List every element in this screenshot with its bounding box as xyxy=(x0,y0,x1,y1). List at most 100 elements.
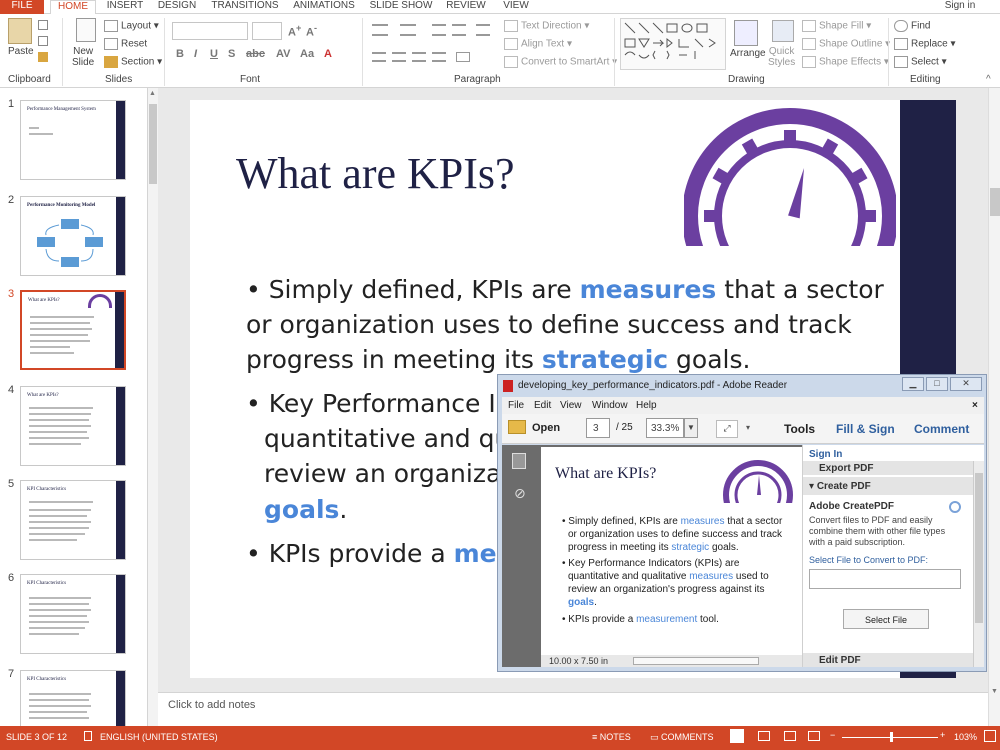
bullet-2-line-1[interactable]: • Key Performance In xyxy=(246,386,512,421)
change-case-icon[interactable]: Aa xyxy=(300,48,314,60)
thumb-slide-7[interactable]: KPI Characteristics xyxy=(20,670,126,726)
tools-signin-link[interactable]: Sign In xyxy=(809,449,842,460)
select-file-input[interactable] xyxy=(809,569,961,589)
tab-home[interactable]: HOME xyxy=(50,0,96,15)
create-pdf-section[interactable]: ▾ Create PDF xyxy=(803,477,973,495)
scroll-thumb[interactable] xyxy=(975,473,983,623)
select-button[interactable]: Select ▾ xyxy=(894,56,947,68)
shrink-font-icon[interactable]: A- xyxy=(306,23,317,39)
thumb-slide-4[interactable]: What are KPIs? xyxy=(20,386,126,466)
align-right-icon[interactable] xyxy=(412,52,426,62)
align-center-icon[interactable] xyxy=(392,52,406,62)
maximize-button[interactable]: □ xyxy=(926,377,948,391)
menu-view[interactable]: View xyxy=(560,400,582,411)
grow-font-icon[interactable]: A+ xyxy=(288,23,301,39)
bullets-icon[interactable] xyxy=(372,24,388,36)
new-slide-button[interactable]: New Slide xyxy=(72,46,94,68)
tools-tab[interactable]: Tools xyxy=(784,422,815,436)
slide-title[interactable]: What are KPIs? xyxy=(236,148,515,199)
bold-icon[interactable]: B xyxy=(176,48,184,60)
normal-view-icon[interactable] xyxy=(730,729,744,743)
shadow-icon[interactable]: S xyxy=(228,48,235,60)
scroll-thumb[interactable] xyxy=(149,104,157,184)
pages-thumbnail-icon[interactable] xyxy=(512,453,526,469)
slide-scrollbar[interactable]: ▼ xyxy=(988,88,1000,726)
cut-icon[interactable] xyxy=(38,20,48,30)
thumb-slide-1[interactable]: Performance Management System xyxy=(20,100,126,180)
layout-button[interactable]: Layout ▾ xyxy=(104,20,159,32)
tools-pane-scrollbar[interactable] xyxy=(973,461,984,667)
shape-fill-button[interactable]: Shape Fill ▾ xyxy=(802,20,871,32)
export-pdf-section[interactable]: Export PDF xyxy=(803,461,973,475)
fill-sign-tab[interactable]: Fill & Sign xyxy=(836,422,895,436)
align-text-button[interactable]: Align Text ▾ xyxy=(504,38,572,50)
tab-slide-show[interactable]: SLIDE SHOW xyxy=(366,0,436,14)
tab-transitions[interactable]: TRANSITIONS xyxy=(206,0,284,14)
paste-button[interactable]: Paste xyxy=(8,46,34,57)
char-spacing-icon[interactable]: AV xyxy=(276,48,290,60)
edit-pdf-section[interactable]: Edit PDF xyxy=(803,653,973,667)
zoom-out-icon[interactable]: − xyxy=(830,730,835,740)
text-direction-button[interactable]: Text Direction ▾ xyxy=(504,20,589,32)
reset-button[interactable]: Reset xyxy=(104,38,147,50)
menu-edit[interactable]: Edit xyxy=(534,400,551,411)
tab-insert[interactable]: INSERT xyxy=(100,0,150,14)
find-button[interactable]: Find xyxy=(894,20,930,32)
convert-smartart-button[interactable]: Convert to SmartArt ▾ xyxy=(504,56,617,68)
increase-indent-icon[interactable] xyxy=(452,24,466,36)
adobe-reader-window[interactable]: developing_key_performance_indicators.pd… xyxy=(497,374,987,672)
section-button[interactable]: Section ▾ xyxy=(104,56,162,68)
replace-button[interactable]: Replace ▾ xyxy=(894,38,956,50)
close-doc-icon[interactable]: × xyxy=(972,400,978,411)
select-file-button[interactable]: Select File xyxy=(843,609,929,629)
menu-help[interactable]: Help xyxy=(636,400,657,411)
zoom-slider-thumb[interactable] xyxy=(890,732,893,742)
numbering-icon[interactable] xyxy=(400,24,416,36)
thumb-slide-5[interactable]: KPI Characteristics xyxy=(20,480,126,560)
toolbar-more-icon[interactable]: ▾ xyxy=(746,423,750,432)
align-left-icon[interactable] xyxy=(372,52,386,62)
page-number-input[interactable]: 3 xyxy=(586,418,610,438)
italic-icon[interactable]: I xyxy=(194,48,197,60)
collapse-ribbon-icon[interactable]: ^ xyxy=(986,74,991,85)
sign-in-link[interactable]: Sign in xyxy=(940,0,980,14)
slide-thumbnails-panel[interactable]: 1 Performance Management System 2 Perfor… xyxy=(0,88,148,726)
bullet-1-line-3[interactable]: progress in meeting its strategic goals. xyxy=(246,342,750,377)
horizontal-scrollbar[interactable] xyxy=(633,657,759,665)
slide-sorter-icon[interactable] xyxy=(758,731,770,741)
bullet-1-line-2[interactable]: or organization uses to define success a… xyxy=(246,307,852,342)
format-painter-icon[interactable] xyxy=(38,52,48,62)
menu-file[interactable]: File xyxy=(508,400,524,411)
tab-file[interactable]: FILE xyxy=(0,0,44,14)
language-status[interactable]: ENGLISH (UNITED STATES) xyxy=(100,732,218,742)
strikethrough-icon[interactable]: abc xyxy=(246,48,265,60)
zoom-dropdown-icon[interactable]: ▼ xyxy=(684,418,698,438)
zoom-input[interactable]: 33.3% xyxy=(646,418,684,438)
comments-toggle[interactable]: ▭ COMMENTS xyxy=(650,732,714,743)
spellcheck-icon[interactable] xyxy=(84,731,92,741)
shape-effects-button[interactable]: Shape Effects ▾ xyxy=(802,56,889,68)
notes-pane[interactable]: Click to add notes xyxy=(158,692,988,726)
shape-outline-button[interactable]: Shape Outline ▾ xyxy=(802,38,890,50)
bullet-3[interactable]: • KPIs provide a meas xyxy=(246,536,528,571)
font-color-icon[interactable]: A xyxy=(324,48,332,60)
fit-page-icon[interactable]: ⤢ xyxy=(716,420,738,438)
font-family-combo[interactable] xyxy=(172,22,248,40)
columns-icon[interactable] xyxy=(456,52,470,62)
tab-review[interactable]: REVIEW xyxy=(440,0,492,14)
bullet-2-line-3[interactable]: review an organizat xyxy=(264,456,511,491)
tab-animations[interactable]: ANIMATIONS xyxy=(286,0,362,14)
slideshow-view-icon[interactable] xyxy=(808,731,820,741)
scroll-down-icon[interactable]: ▼ xyxy=(991,688,998,695)
close-button[interactable]: ✕ xyxy=(950,377,982,391)
justify-icon[interactable] xyxy=(432,52,446,62)
tab-view[interactable]: VIEW xyxy=(496,0,536,14)
thumb-slide-2[interactable]: Performance Monitoring Model xyxy=(20,196,126,276)
bullet-1-line-1[interactable]: • Simply defined, KPIs are measures that… xyxy=(246,272,884,307)
bullet-2-line-4[interactable]: goals. xyxy=(264,492,347,527)
thumb-slide-6[interactable]: KPI Characteristics xyxy=(20,574,126,654)
shapes-gallery[interactable] xyxy=(620,18,726,70)
line-spacing-icon[interactable] xyxy=(476,24,490,36)
notes-toggle[interactable]: ≡ NOTES xyxy=(592,732,631,742)
minimize-button[interactable]: ▁ xyxy=(902,377,924,391)
